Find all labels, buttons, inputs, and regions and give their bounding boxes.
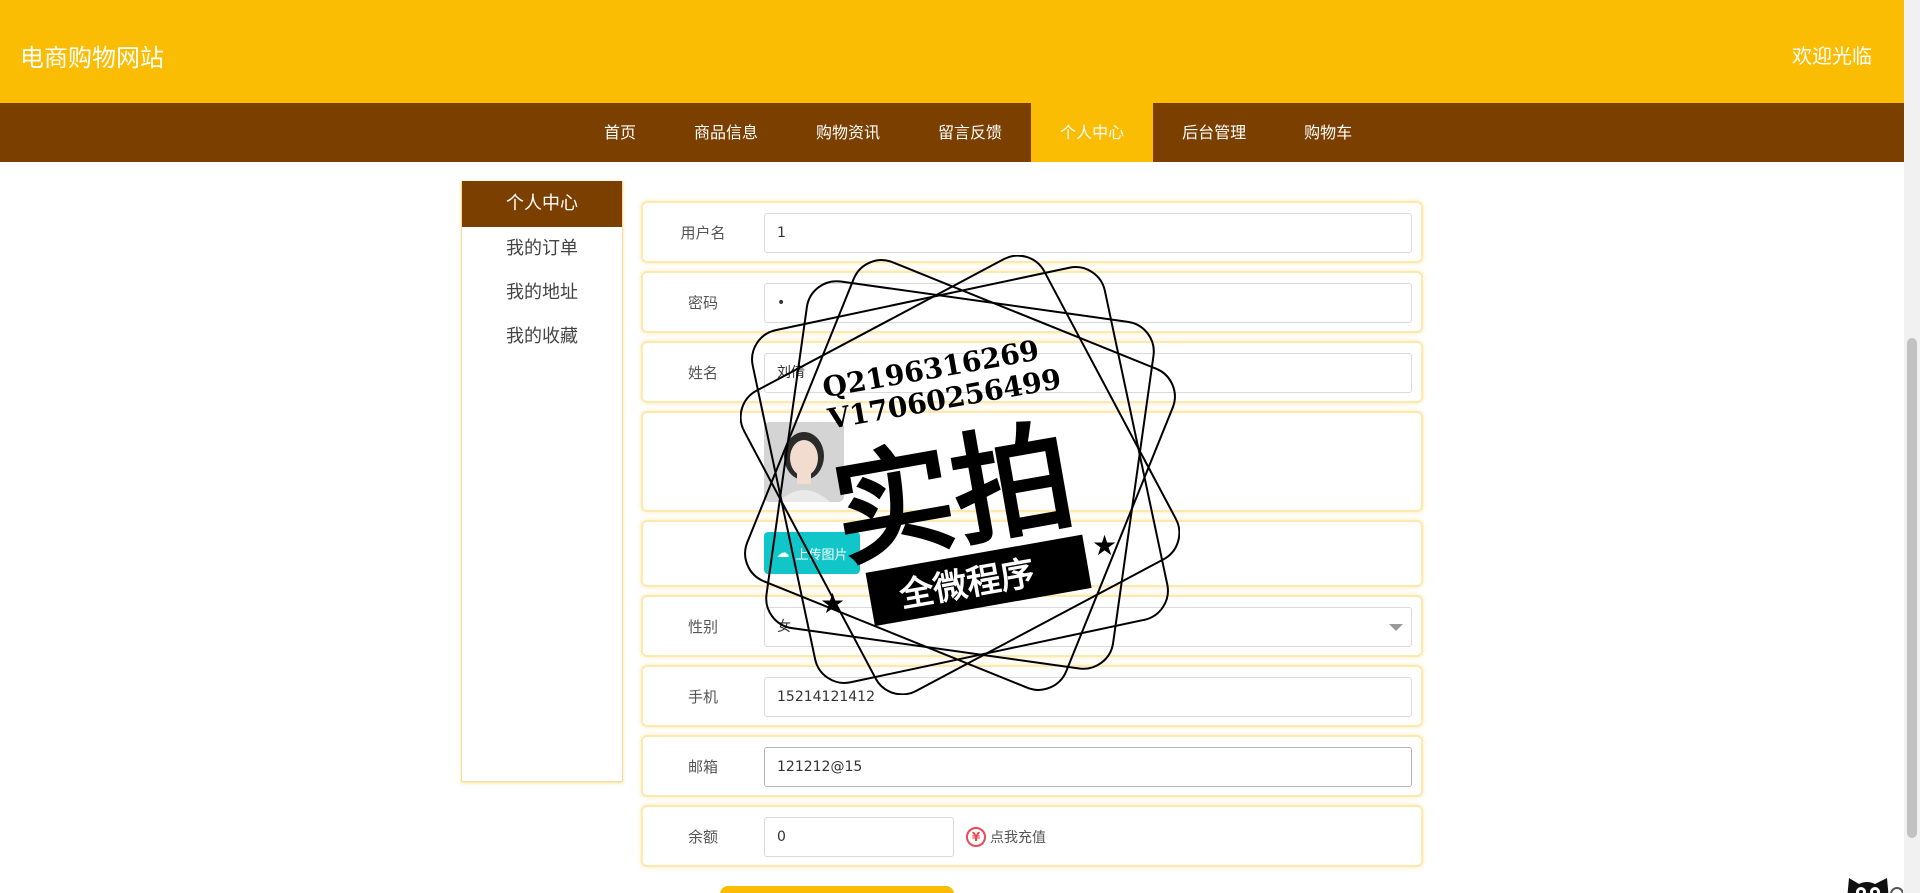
site-title[interactable]: 电商购物网站 — [20, 38, 164, 73]
yen-icon: ¥ — [966, 827, 986, 847]
form-row-password: 密码 • — [641, 271, 1423, 333]
gender-label: 性别 — [687, 617, 718, 636]
form-row-upload: ☁ 上传图片 — [641, 520, 1423, 587]
cloud-upload-icon: ☁ — [776, 545, 790, 561]
nav-item-news[interactable]: 购物资讯 — [787, 103, 909, 162]
save-button[interactable] — [720, 886, 954, 893]
form-row-username: 用户名 1 — [641, 201, 1423, 263]
page: 电商购物网站 欢迎光临 首页 商品信息 购物资讯 留言反馈 个人中心 后台管理 … — [0, 0, 1920, 893]
username-label: 用户名 — [680, 223, 726, 242]
scrollbar-thumb[interactable] — [1907, 338, 1917, 838]
page-scrollbar[interactable] — [1904, 0, 1920, 893]
sidebar-item-address[interactable]: 我的地址 — [462, 271, 622, 315]
nav-item-profile[interactable]: 个人中心 — [1031, 103, 1154, 162]
nav-item-products[interactable]: 商品信息 — [665, 103, 787, 162]
form-row-balance: 余额 0 ¥ 点我充值 — [641, 805, 1423, 867]
header: 电商购物网站 欢迎光临 — [0, 0, 1904, 103]
nav-item-home[interactable]: 首页 — [575, 103, 665, 162]
recharge-link[interactable]: ¥ 点我充值 — [966, 827, 1046, 847]
welcome-text: 欢迎光临 — [1792, 44, 1872, 68]
balance-label: 余额 — [687, 827, 718, 846]
sidebar: 个人中心 我的订单 我的地址 我的收藏 — [461, 181, 623, 782]
password-input[interactable]: • — [764, 283, 1412, 323]
password-label: 密码 — [687, 293, 718, 312]
phone-label: 手机 — [687, 687, 718, 706]
chevron-down-icon — [1389, 624, 1403, 631]
mascot-icon — [1847, 878, 1903, 893]
sidebar-title[interactable]: 个人中心 — [462, 181, 622, 227]
upload-label: 上传图片 — [795, 547, 848, 563]
balance-input[interactable]: 0 — [764, 817, 954, 857]
sidebar-item-favorites[interactable]: 我的收藏 — [462, 315, 622, 359]
recharge-label: 点我充值 — [990, 830, 1046, 846]
username-input[interactable]: 1 — [764, 213, 1412, 253]
form-row-gender: 性别 女 — [641, 595, 1423, 657]
form-row-phone: 手机 15214121412 — [641, 665, 1423, 727]
nav-item-admin[interactable]: 后台管理 — [1153, 103, 1275, 162]
avatar — [764, 422, 844, 502]
upload-image-button[interactable]: ☁ 上传图片 — [764, 532, 860, 574]
nav-item-feedback[interactable]: 留言反馈 — [909, 103, 1031, 162]
profile-form: 用户名 1 密码 • 姓名 刘倩 ☁ 上传图片 性别 女 手机 15214121… — [641, 201, 1423, 875]
email-input[interactable]: 121212@15 — [764, 747, 1412, 787]
nav-item-cart[interactable]: 购物车 — [1275, 103, 1381, 162]
name-label: 姓名 — [687, 363, 718, 382]
main-nav: 首页 商品信息 购物资讯 留言反馈 个人中心 后台管理 购物车 — [0, 103, 1904, 162]
form-row-email: 邮箱 121212@15 — [641, 735, 1423, 797]
gender-select[interactable]: 女 — [764, 607, 1412, 647]
form-row-name: 姓名 刘倩 — [641, 341, 1423, 403]
phone-input[interactable]: 15214121412 — [764, 677, 1412, 717]
name-input[interactable]: 刘倩 — [764, 353, 1412, 393]
email-label: 邮箱 — [687, 757, 718, 776]
form-row-avatar — [641, 411, 1423, 512]
sidebar-item-orders[interactable]: 我的订单 — [462, 227, 622, 271]
